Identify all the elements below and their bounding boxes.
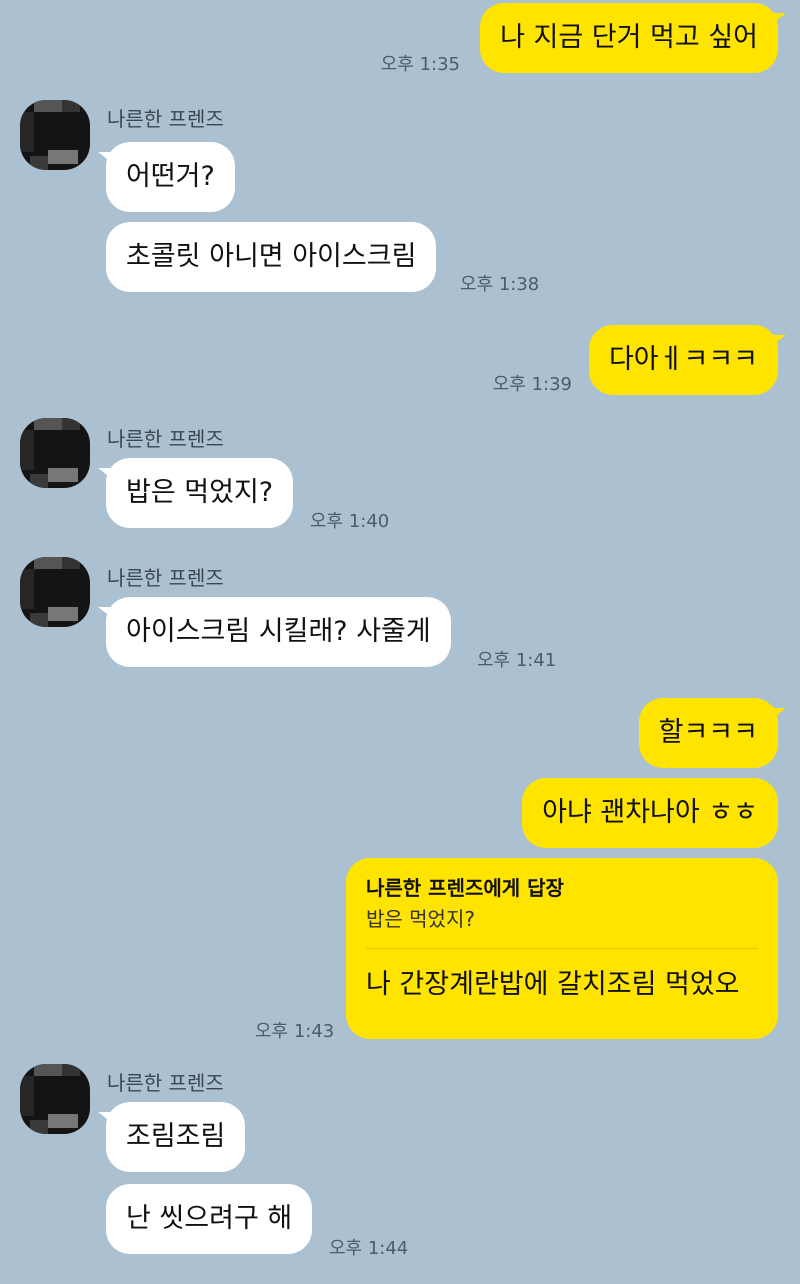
my-message-bubble[interactable]: 아냐 괜차나아 ㅎㅎ (522, 778, 778, 848)
my-message-bubble[interactable]: 나 지금 단거 먹고 싶어 (480, 3, 786, 73)
friend-message-bubble[interactable]: 조림조림 (97, 1102, 246, 1172)
reply-target-label: 나른한 프렌즈에게 답장 (366, 876, 564, 900)
my-message-bubble[interactable]: 할ㅋㅋㅋ (638, 698, 787, 768)
my-message-bubble[interactable]: 다아ㅔㅋㅋㅋ (588, 325, 787, 395)
reply-message-text: 나 간장계란밥에 갈치조림 먹었오 (366, 969, 740, 1000)
friend-message-bubble[interactable]: 밥은 먹었지? (97, 458, 294, 528)
friend-message-bubble[interactable]: 초콜릿 아니면 아이스크림 (106, 222, 437, 292)
friend-name: 나른한 프렌즈 (107, 107, 224, 131)
friend-avatar[interactable] (20, 557, 90, 627)
timestamp: 오후 1:41 (477, 650, 557, 671)
friend-avatar[interactable] (20, 418, 90, 488)
friend-message-bubble[interactable]: 어떤거? (98, 142, 235, 212)
friend-message-bubble[interactable]: 아이스크림 시킬래? 사줄게 (98, 597, 451, 667)
timestamp: 오후 1:38 (460, 274, 540, 295)
timestamp: 오후 1:39 (492, 374, 572, 395)
quoted-message: 밥은 먹었지? (366, 907, 475, 931)
reply-message-bubble[interactable]: 나른한 프렌즈에게 답장 밥은 먹었지? 나 간장계란밥에 갈치조림 먹었오 (346, 858, 778, 1039)
timestamp: 오후 1:44 (329, 1238, 409, 1259)
friend-name: 나른한 프렌즈 (107, 427, 224, 451)
friend-name: 나른한 프렌즈 (107, 566, 224, 590)
timestamp: 오후 1:35 (380, 54, 460, 75)
friend-message-bubble[interactable]: 난 씻으려구 해 (106, 1184, 313, 1254)
friend-avatar[interactable] (20, 100, 90, 170)
friend-name: 나른한 프렌즈 (107, 1071, 224, 1095)
timestamp: 오후 1:40 (310, 511, 390, 532)
timestamp: 오후 1:43 (255, 1021, 335, 1042)
friend-avatar[interactable] (20, 1064, 90, 1134)
